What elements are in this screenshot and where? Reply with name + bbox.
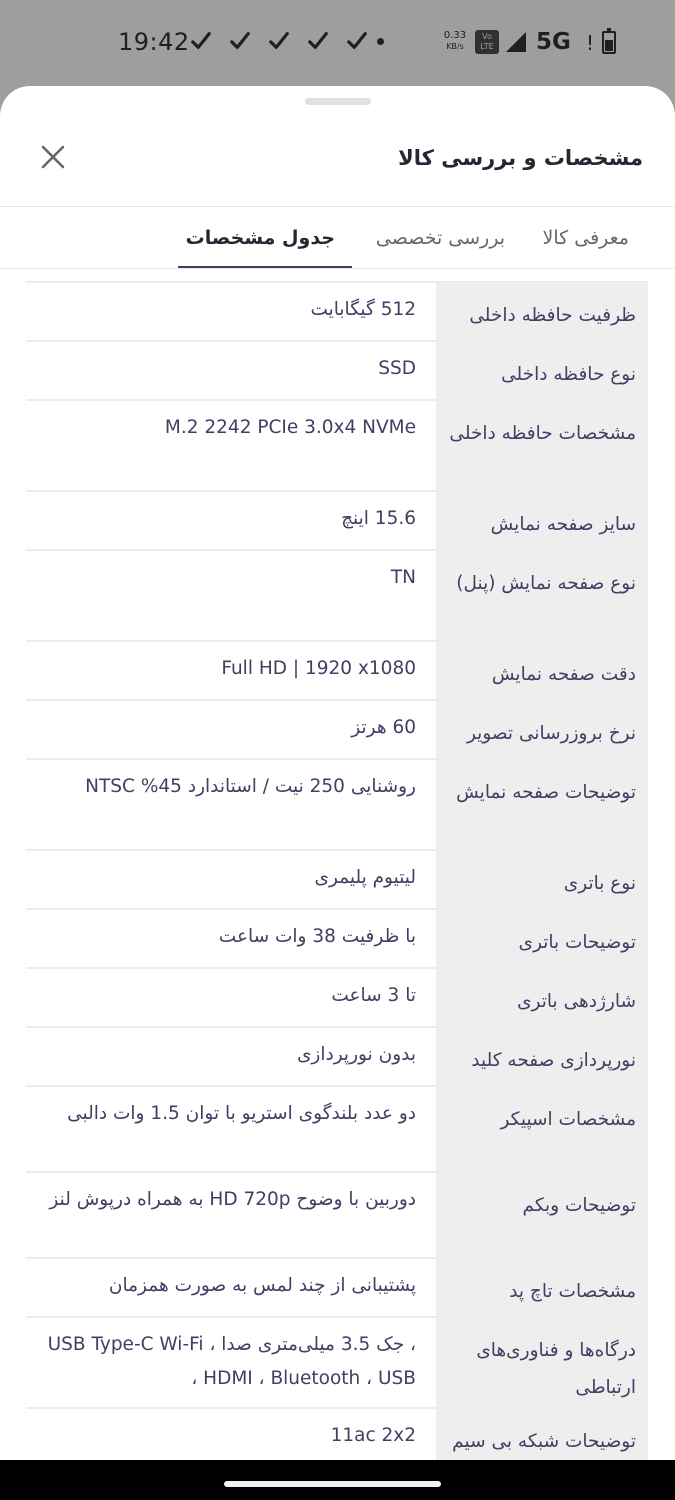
spec-label: توضیحات صفحه نمایش xyxy=(456,782,636,803)
spec-row: مشخصات اسپیکر دو عدد بلندگوی استریو با ت… xyxy=(26,1087,648,1171)
battery-icon xyxy=(602,28,616,54)
tabs-divider xyxy=(0,268,675,269)
spec-row: مشخصات حافظه داخلی M.2 2242 PCIe 3.0x4 N… xyxy=(26,401,648,490)
spec-value: دو عدد بلندگوی استریو با توان 1.5 وات دا… xyxy=(67,1103,416,1124)
notification-icons xyxy=(190,30,368,52)
spec-value: تا 3 ساعت xyxy=(331,985,416,1006)
spec-label: ظرفیت حافظه داخلی xyxy=(469,305,636,326)
tab-expert-review[interactable]: بررسی تخصصی xyxy=(376,227,505,249)
dot-icon xyxy=(377,38,384,45)
spec-label: نوع باتری xyxy=(563,873,636,894)
spec-row: نورپردازی صفحه کلید بدون نورپردازی xyxy=(26,1028,648,1085)
spec-row: درگاه‌ها و فناوری‌های ارتباطی ، جک 3.5 م… xyxy=(26,1318,648,1407)
spec-value: 60 هرتز xyxy=(351,717,416,738)
spec-row: نوع باتری لیتیوم پلیمری xyxy=(26,851,648,908)
tick-icon xyxy=(308,32,328,50)
spec-label: مشخصات اسپیکر xyxy=(500,1109,636,1130)
spec-value: M.2 2242 PCIe 3.0x4 NVMe xyxy=(164,417,416,438)
tab-specifications[interactable]: جدول مشخصات xyxy=(186,227,335,249)
spec-label: توضیحات وبکم xyxy=(522,1195,636,1216)
spec-row: سایز صفحه نمایش 15.6 اینچ xyxy=(26,492,648,549)
close-button[interactable] xyxy=(36,140,70,174)
status-time: 19:42 xyxy=(118,28,190,56)
spec-row: نرخ بروزرسانی تصویر 60 هرتز xyxy=(26,701,648,758)
spec-row: ظرفیت حافظه داخلی 512 گیگابایت xyxy=(26,283,648,340)
spec-value: 11ac 2x2 xyxy=(330,1425,416,1446)
spec-label: توضیحات باتری xyxy=(518,932,637,953)
spec-label: شارژدهی باتری xyxy=(517,991,636,1012)
tab-bar: معرفی کالا بررسی تخصصی جدول مشخصات xyxy=(0,207,675,269)
drag-handle[interactable] xyxy=(305,98,371,105)
spec-value: 15.6 اینچ xyxy=(341,508,416,529)
spec-label: نوع صفحه نمایش (پنل) xyxy=(456,573,636,594)
specs-bottom-sheet: مشخصات و بررسی کالا معرفی کالا بررسی تخص… xyxy=(0,86,675,1466)
spec-row: مشخصات تاچ پد پشتیبانی از چند لمس به صور… xyxy=(26,1259,648,1316)
home-gesture-bar[interactable] xyxy=(224,1481,441,1487)
spec-label: مشخصات حافظه داخلی xyxy=(449,423,636,444)
volte-icon: Vo LTE xyxy=(475,30,499,54)
network-type: 5G xyxy=(536,29,571,55)
spec-row: توضیحات باتری با ظرفیت 38 وات ساعت xyxy=(26,910,648,967)
spec-row: توضیحات وبکم دوربین با وضوح HD 720p به ه… xyxy=(26,1173,648,1257)
spec-label: سایز صفحه نمایش xyxy=(490,514,636,535)
spec-label: نرخ بروزرسانی تصویر xyxy=(466,723,636,744)
spec-value: 512 گیگابایت xyxy=(310,299,416,320)
tick-icon xyxy=(269,32,289,50)
spec-value: روشنایی 250 نیت / استاندارد 45% NTSC xyxy=(85,776,416,797)
close-icon xyxy=(41,145,65,169)
spec-value: بدون نورپردازی xyxy=(296,1044,416,1065)
spec-value: Full HD | 1920 x1080 xyxy=(221,658,416,679)
spec-label: دقت صفحه نمایش xyxy=(491,664,636,685)
spec-row: توضیحات صفحه نمایش روشنایی 250 نیت / است… xyxy=(26,760,648,849)
spec-label: درگاه‌ها و فناوری‌های ارتباطی xyxy=(476,1340,636,1398)
signal-icon xyxy=(506,32,526,52)
spec-value: SSD xyxy=(378,358,416,379)
spec-row: شارژدهی باتری تا 3 ساعت xyxy=(26,969,648,1026)
tick-icon xyxy=(230,32,250,50)
tab-introduction[interactable]: معرفی کالا xyxy=(543,227,629,249)
spec-value: لیتیوم پلیمری xyxy=(314,867,416,888)
spec-value: دوربین با وضوح HD 720p به همراه درپوش لن… xyxy=(49,1189,416,1210)
tick-icon xyxy=(191,32,211,50)
status-bar: 19:42 0.33 KB/s Vo LTE 5G ! xyxy=(0,0,675,86)
spec-value: TN xyxy=(390,567,416,588)
navigation-bar xyxy=(0,1460,675,1500)
spec-row: دقت صفحه نمایش Full HD | 1920 x1080 xyxy=(26,642,648,699)
spec-label: نورپردازی صفحه کلید xyxy=(471,1050,636,1071)
sheet-header: مشخصات و بررسی کالا xyxy=(0,126,675,206)
spec-label: مشخصات تاچ پد xyxy=(509,1281,636,1302)
spec-value: ، جک 3.5 میلی‌متری صدا ، USB Type-C Wi-F… xyxy=(47,1334,416,1389)
network-speed: 0.33 KB/s xyxy=(443,30,467,51)
alert-icon: ! xyxy=(586,31,595,55)
tick-icon xyxy=(347,32,367,50)
sheet-title: مشخصات و بررسی کالا xyxy=(398,146,643,170)
spec-row: نوع حافظه داخلی SSD xyxy=(26,342,648,399)
spec-label: نوع حافظه داخلی xyxy=(501,364,636,385)
spec-value: با ظرفیت 38 وات ساعت xyxy=(218,926,416,947)
spec-row: توضیحات شبکه بی سیم Wi-Fi 11ac 2x2 xyxy=(26,1409,648,1466)
spec-value: پشتیبانی از چند لمس به صورت همزمان xyxy=(108,1275,416,1296)
spec-row: نوع صفحه نمایش (پنل) TN xyxy=(26,551,648,640)
